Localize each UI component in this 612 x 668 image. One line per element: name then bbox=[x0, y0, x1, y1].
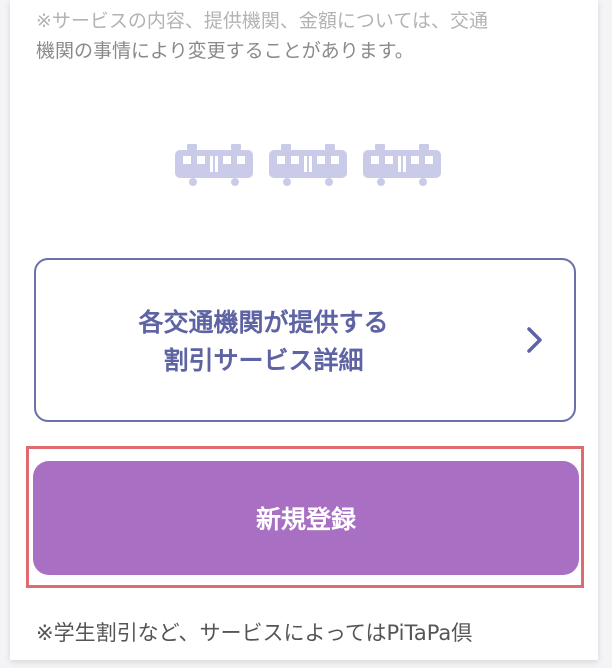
details-label-line-1: 各交通機関が提供する bbox=[138, 308, 389, 337]
train-icon bbox=[175, 144, 253, 186]
train-decoration bbox=[173, 142, 443, 186]
train-icon bbox=[363, 144, 441, 186]
screen: ※サービスの内容、提供機関、金額については、交通 機関の事情により変更することが… bbox=[10, 0, 598, 660]
service-change-notice: ※サービスの内容、提供機関、金額については、交通 機関の事情により変更することが… bbox=[36, 6, 576, 66]
discount-service-details-button[interactable]: 各交通機関が提供する 割引サービス詳細 bbox=[34, 258, 576, 422]
train-icon bbox=[269, 144, 347, 186]
notice-line-2: 機関の事情により変更することがあります。 bbox=[36, 40, 414, 62]
discount-service-details-label: 各交通機関が提供する 割引サービス詳細 bbox=[36, 304, 491, 380]
new-registration-button[interactable]: 新規登録 bbox=[33, 461, 579, 575]
details-label-line-2: 割引サービス詳細 bbox=[163, 346, 364, 375]
chevron-right-icon bbox=[527, 327, 542, 353]
student-discount-notice: ※学生割引など、サービスによってはPiTaPa倶 bbox=[36, 621, 473, 645]
notice-line-1: ※サービスの内容、提供機関、金額については、交通 bbox=[36, 10, 488, 32]
